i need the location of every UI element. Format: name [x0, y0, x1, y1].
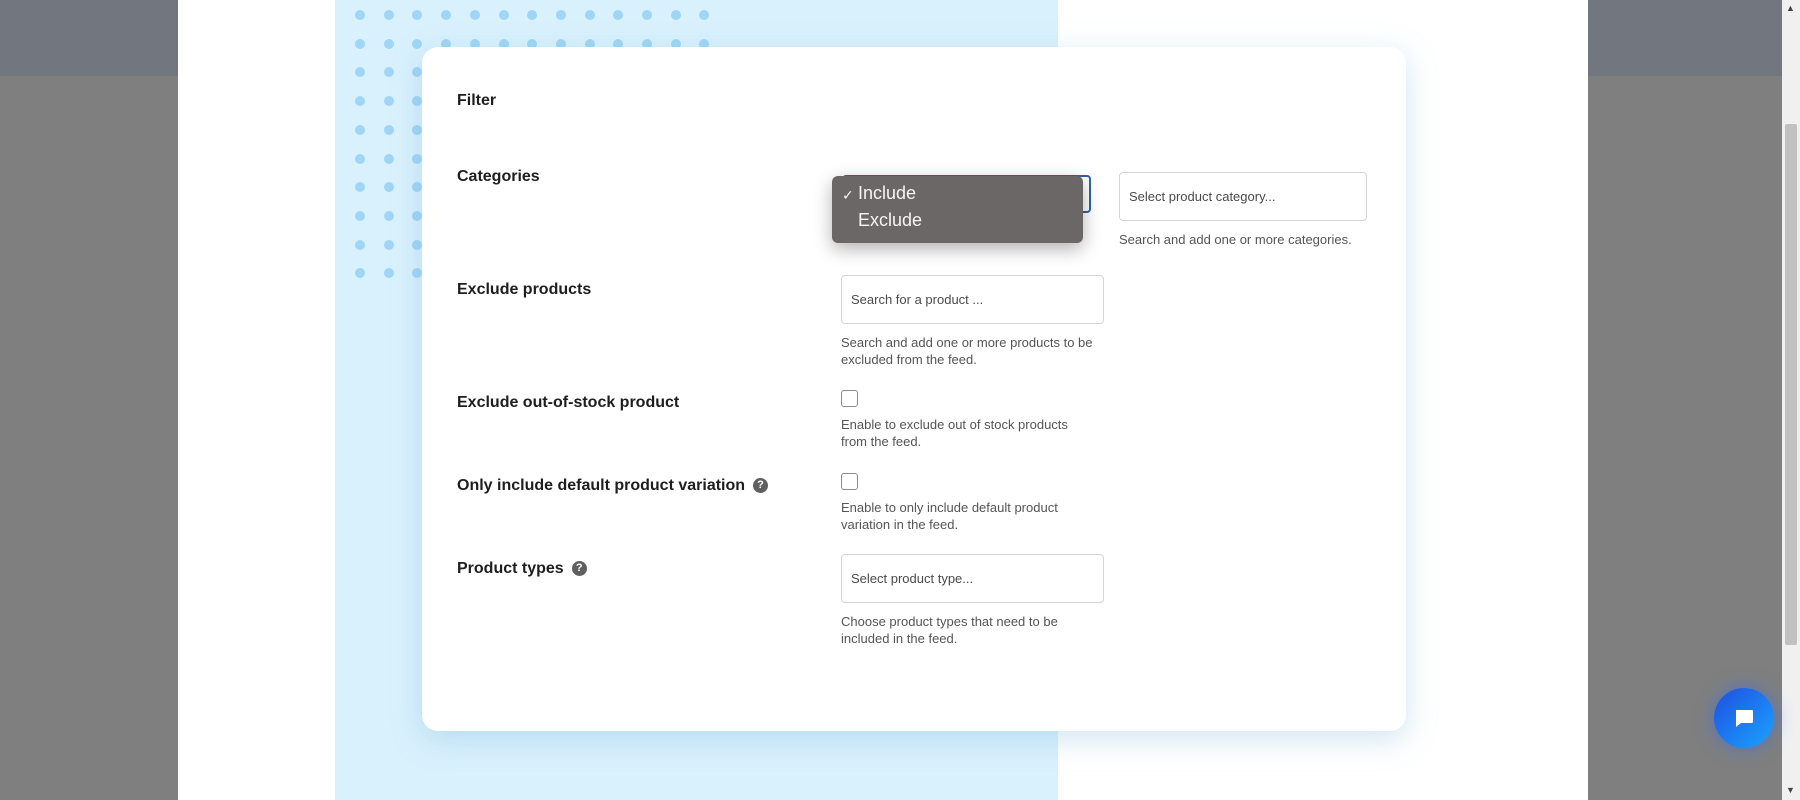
exclude-products-help-line-1: Search and add one or more products to b… [841, 335, 1093, 350]
decorative-dot [412, 182, 423, 193]
decorative-dot [642, 10, 652, 20]
exclude-out-of-stock-label: Exclude out-of-stock product [457, 394, 680, 411]
default-variation-checkbox[interactable] [841, 473, 858, 490]
exclude-products-search-input[interactable]: Search for a product ... [841, 275, 1104, 324]
decorative-dot [355, 124, 365, 135]
scroll-up-icon[interactable]: ▲ [1786, 3, 1795, 13]
decorative-dot [412, 124, 423, 135]
product-types-label: Product types? [457, 560, 587, 578]
decorative-dot [355, 38, 365, 49]
decorative-dot [412, 268, 423, 279]
decorative-dot [699, 10, 710, 20]
check-icon: ✓ [842, 187, 854, 203]
decorative-dot [383, 268, 394, 279]
product-types-help-line-2: included in the feed. [841, 631, 958, 646]
decorative-dot [412, 38, 423, 49]
category-select-input[interactable]: Select product category... [1119, 172, 1367, 221]
product-types-help-line-1: Choose product types that need to be [841, 614, 1058, 629]
dropdown-option-include[interactable]: Include [858, 183, 916, 204]
default-variation-label: Only include default product variation? [457, 477, 769, 495]
decorative-dot [412, 210, 423, 221]
decorative-dot [383, 96, 394, 107]
decorative-dot [383, 153, 394, 164]
exclude-out-of-stock-help-line-1: Enable to exclude out of stock products [841, 417, 1068, 432]
decorative-dot [441, 10, 452, 20]
decorative-dot [355, 239, 365, 250]
product-type-select-input[interactable]: Select product type... [841, 554, 1104, 603]
decorative-dot [584, 10, 595, 20]
product-types-help-text: Choose product types that need to be inc… [841, 613, 1058, 647]
decorative-dot [412, 67, 423, 78]
categories-label: Categories [457, 168, 540, 185]
decorative-dot [355, 210, 365, 221]
chat-bubble-icon [1736, 710, 1753, 727]
default-variation-label-text: Only include default product variation [457, 477, 746, 494]
exclude-products-help-text: Search and add one or more products to b… [841, 334, 1093, 368]
exclude-out-of-stock-help-line-2: from the feed. [841, 434, 922, 449]
exclude-products-placeholder: Search for a product ... [851, 292, 984, 307]
overlay-left [0, 76, 178, 800]
default-variation-help-text: Enable to only include default product v… [841, 499, 1058, 533]
overlay-left-top [0, 0, 178, 76]
decorative-dot [383, 10, 394, 20]
help-question-icon[interactable]: ? [753, 478, 769, 494]
categories-help-text: Search and add one or more categories. [1119, 232, 1352, 247]
decorative-dot [355, 182, 365, 193]
page-scrollbar[interactable]: ▲ ▼ [1782, 0, 1800, 800]
filter-title: Filter [457, 92, 497, 109]
decorative-dot [469, 10, 480, 20]
decorative-dot [555, 10, 566, 20]
help-question-icon[interactable]: ? [571, 561, 587, 577]
chat-launcher-button[interactable] [1714, 688, 1774, 748]
default-variation-help-line-2: variation in the feed. [841, 517, 959, 532]
product-types-label-text: Product types [457, 560, 564, 577]
overlay-right-top [1588, 0, 1782, 76]
decorative-dot [383, 210, 394, 221]
exclude-out-of-stock-checkbox[interactable] [841, 390, 858, 407]
decorative-dot [670, 10, 681, 20]
decorative-dot [412, 239, 423, 250]
decorative-dot [355, 268, 365, 279]
decorative-dot [383, 67, 394, 78]
exclude-products-label: Exclude products [457, 281, 592, 298]
category-select-placeholder: Select product category... [1129, 189, 1276, 204]
decorative-dot [498, 10, 509, 20]
decorative-dot [355, 96, 365, 107]
decorative-dot [383, 38, 394, 49]
product-type-placeholder: Select product type... [851, 571, 974, 586]
exclude-products-help-line-2: excluded from the feed. [841, 352, 977, 367]
decorative-dot [383, 124, 394, 135]
decorative-dot [355, 10, 365, 20]
scroll-down-icon[interactable]: ▼ [1786, 785, 1795, 795]
exclude-out-of-stock-help-text: Enable to exclude out of stock products … [841, 416, 1068, 450]
decorative-dot [383, 239, 394, 250]
decorative-dot [355, 67, 365, 78]
dropdown-option-exclude[interactable]: Exclude [858, 210, 922, 231]
decorative-dot [613, 10, 624, 20]
scrollbar-thumb[interactable] [1785, 124, 1797, 645]
decorative-dot [412, 153, 423, 164]
default-variation-help-line-1: Enable to only include default product [841, 500, 1058, 515]
decorative-dot [527, 10, 538, 20]
decorative-dot [412, 96, 423, 107]
decorative-dot [412, 10, 423, 20]
decorative-dot [383, 182, 394, 193]
decorative-dot [355, 153, 365, 164]
categories-mode-dropdown: ✓ Include Exclude [832, 176, 1083, 243]
